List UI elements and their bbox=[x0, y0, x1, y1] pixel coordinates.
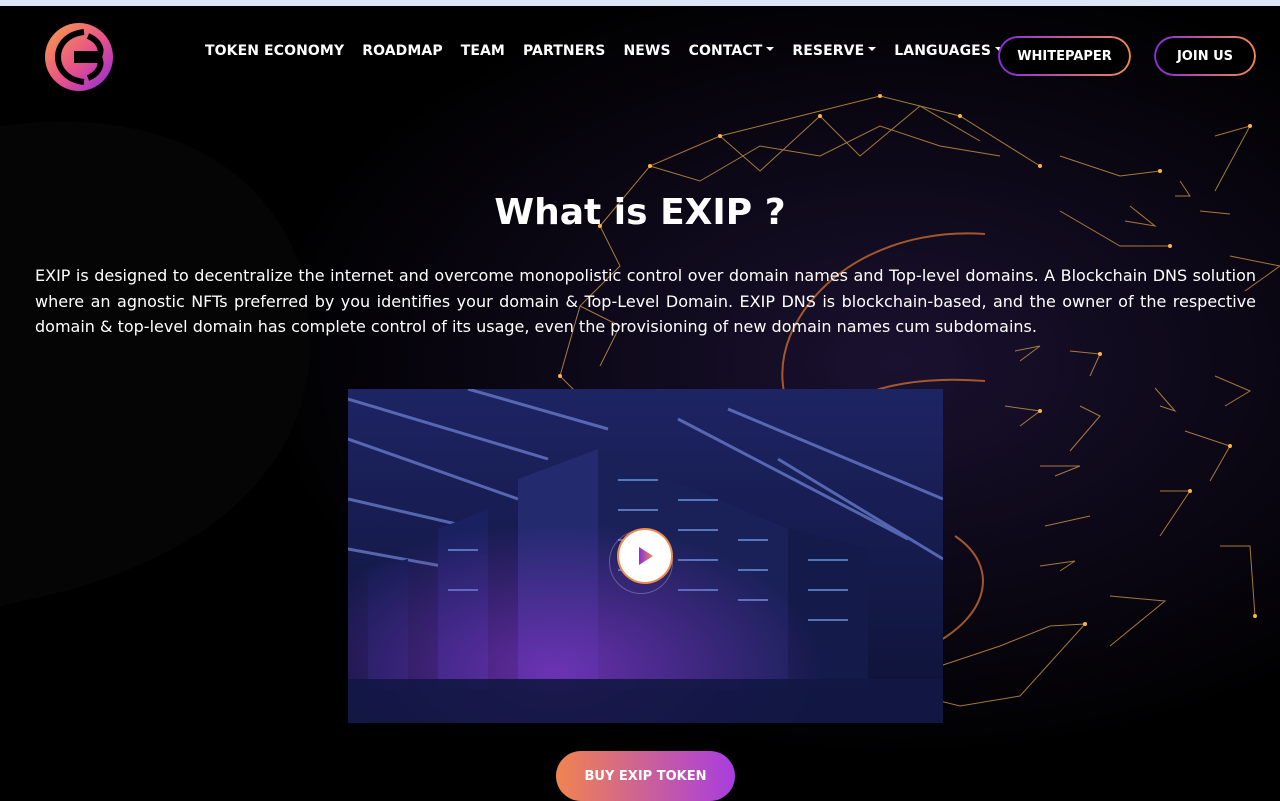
nav-languages-dropdown[interactable]: LANGUAGES bbox=[894, 43, 1004, 59]
nav-label: NEWS bbox=[623, 43, 671, 59]
whitepaper-button[interactable]: WHITEPAPER bbox=[998, 36, 1131, 76]
play-icon bbox=[639, 547, 653, 565]
nav-label: LANGUAGES bbox=[894, 43, 992, 59]
buy-exip-token-button[interactable]: BUY EXIP TOKEN bbox=[556, 751, 735, 801]
exip-logo-icon bbox=[45, 23, 113, 91]
nav-label: TOKEN ECONOMY bbox=[205, 43, 345, 59]
nav-news[interactable]: NEWS bbox=[623, 43, 670, 59]
buy-exip-token-label: BUY EXIP TOKEN bbox=[584, 768, 707, 784]
nav-team[interactable]: TEAM bbox=[461, 43, 505, 59]
caret-down-icon bbox=[868, 47, 877, 51]
caret-down-icon bbox=[766, 47, 775, 51]
nav-contact-dropdown[interactable]: CONTACT bbox=[689, 43, 775, 59]
nav-label: PARTNERS bbox=[522, 43, 606, 59]
site-header: TOKEN ECONOMY ROADMAP TEAM PARTNERS NEWS… bbox=[0, 6, 1280, 106]
exip-logo[interactable] bbox=[44, 22, 114, 92]
nav-partners[interactable]: PARTNERS bbox=[523, 43, 605, 59]
join-us-button[interactable]: JOIN US bbox=[1154, 36, 1256, 76]
section-description: EXIP is designed to decentralize the int… bbox=[35, 266, 1256, 336]
nav-label: CONTACT bbox=[688, 43, 763, 59]
section-title: What is EXIP ? bbox=[494, 192, 786, 233]
nav-roadmap[interactable]: ROADMAP bbox=[362, 43, 443, 59]
main-nav: TOKEN ECONOMY ROADMAP TEAM PARTNERS NEWS… bbox=[205, 43, 1021, 59]
nav-label: ROADMAP bbox=[362, 43, 443, 59]
nav-label: TEAM bbox=[460, 43, 505, 59]
nav-reserve-dropdown[interactable]: RESERVE bbox=[792, 43, 877, 59]
join-us-label: JOIN US bbox=[1176, 48, 1234, 64]
whitepaper-label: WHITEPAPER bbox=[1017, 48, 1112, 64]
play-button[interactable] bbox=[619, 530, 671, 582]
nav-token-economy[interactable]: TOKEN ECONOMY bbox=[205, 43, 344, 59]
nav-label: RESERVE bbox=[792, 43, 865, 59]
